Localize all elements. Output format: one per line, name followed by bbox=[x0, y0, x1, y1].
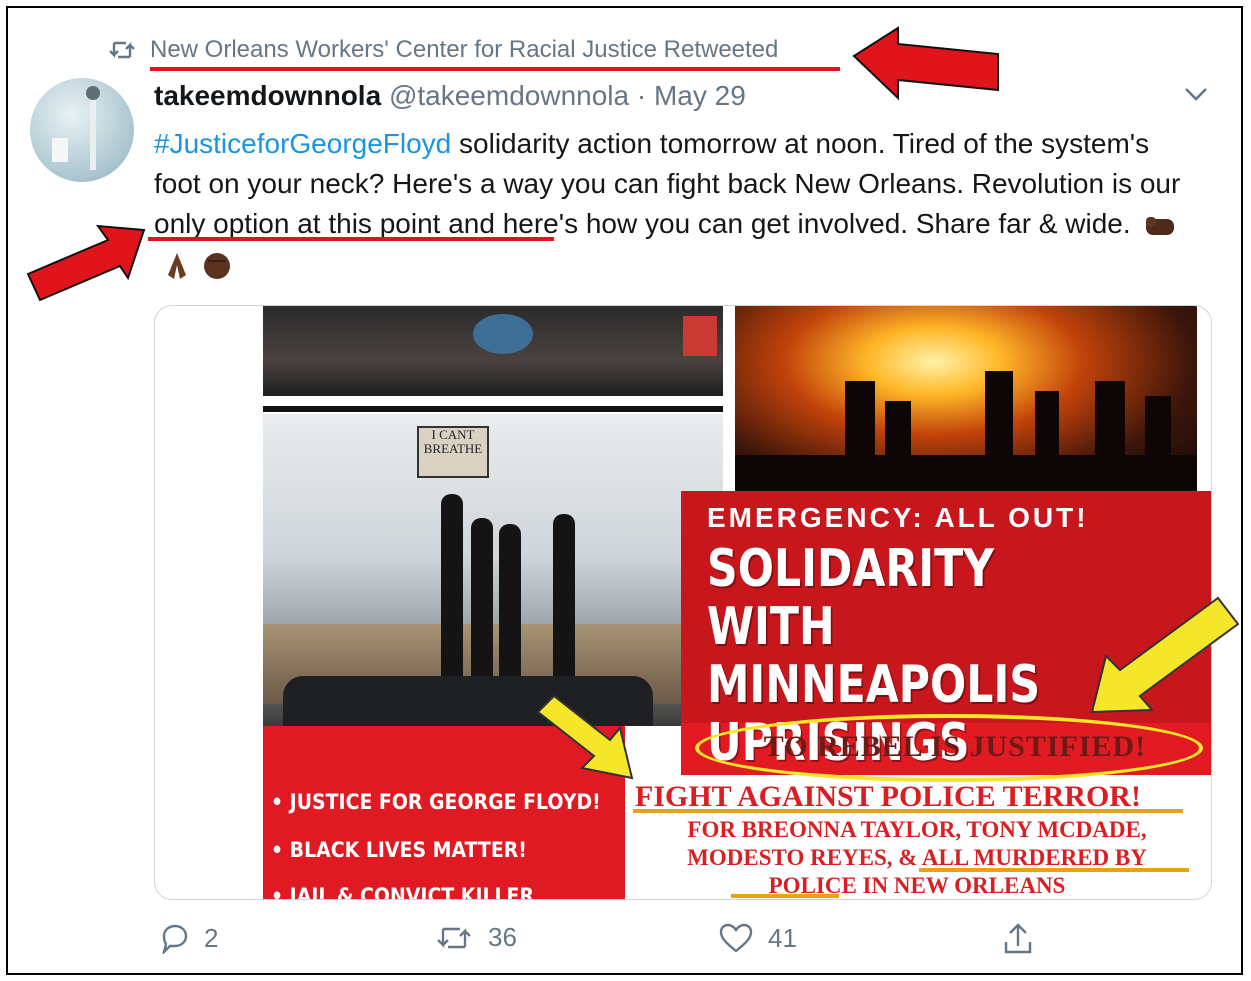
author-name[interactable]: takeemdownnola bbox=[154, 80, 381, 111]
fire-photo bbox=[735, 306, 1197, 491]
hashtag-link[interactable]: #JusticeforGeorgeFloyd bbox=[154, 128, 451, 159]
protest-photo: I CANT BREATHE bbox=[263, 414, 723, 726]
retweet-icon bbox=[109, 41, 135, 59]
annotation-arrow-yellow-rebel bbox=[1090, 596, 1240, 714]
flyer-bullet: • JAIL & CONVICT KILLER bbox=[271, 884, 535, 900]
annotation-arrow-yellow-fight bbox=[536, 694, 634, 780]
tweet-actions: 2 36 41 bbox=[0, 922, 1251, 966]
annotation-underline-revolution bbox=[148, 237, 554, 241]
flyer-headline-line-1: SOLIDARITY WITH bbox=[707, 539, 995, 657]
retweet-count: 36 bbox=[488, 922, 517, 952]
protester-figure bbox=[499, 524, 521, 684]
reply-icon bbox=[162, 924, 188, 954]
media-card[interactable]: I CANT BREATHE EMERGENCY: ALL OUT! SOLID… bbox=[154, 305, 1212, 900]
protester-figure bbox=[553, 514, 575, 686]
annotation-underline-fight bbox=[633, 809, 1183, 813]
flyer-bullet: • BLACK LIVES MATTER! bbox=[271, 838, 527, 862]
retweet-icon bbox=[437, 927, 471, 948]
crowd-photo-shirt bbox=[683, 316, 717, 356]
fist-emoji-icon bbox=[1146, 216, 1175, 235]
like-count: 41 bbox=[768, 922, 797, 953]
tweet-text: #JusticeforGeorgeFloyd solidarity action… bbox=[154, 124, 1184, 284]
flyer-bullet: • JUSTICE FOR GEORGE FLOYD! bbox=[271, 790, 601, 814]
header-separator: · bbox=[629, 80, 654, 111]
protester-figure bbox=[441, 494, 463, 684]
protest-sign: I CANT BREATHE bbox=[417, 426, 489, 478]
tweet-header: takeemdownnola @takeemdownnola · May 29 bbox=[154, 80, 746, 112]
chevron-down-icon[interactable] bbox=[1182, 84, 1210, 104]
tweet-date[interactable]: May 29 bbox=[654, 80, 746, 111]
tweet-text-part-3: at this point and here's how you can get… bbox=[289, 208, 1131, 239]
crowd-photo-hat bbox=[473, 314, 533, 354]
flyer-names-line-1: FOR BREONNA TAYLOR, TONY MCDADE, bbox=[687, 817, 1147, 842]
like-button[interactable]: 41 bbox=[718, 922, 797, 954]
reply-button[interactable]: 2 bbox=[158, 922, 218, 954]
reply-count: 2 bbox=[204, 922, 219, 953]
avatar[interactable] bbox=[30, 78, 134, 182]
crowd-photo bbox=[263, 306, 723, 396]
heart-icon bbox=[719, 923, 753, 953]
share-button[interactable] bbox=[1002, 922, 1034, 956]
protester-figure bbox=[471, 518, 493, 686]
retweet-button[interactable]: 36 bbox=[434, 922, 517, 953]
raised-fist-emoji-icon bbox=[204, 252, 230, 279]
annotation-underline-murdered bbox=[919, 868, 1189, 872]
annotation-underline-police bbox=[731, 894, 839, 898]
annotation-arrow-red-retweet bbox=[852, 26, 999, 101]
avatar-base bbox=[52, 138, 68, 162]
share-icon bbox=[1004, 923, 1032, 954]
flyer-headline-line-2: MINNEAPOLIS bbox=[707, 655, 1041, 715]
retweet-context-label[interactable]: New Orleans Workers' Center for Racial J… bbox=[150, 36, 778, 64]
avatar-monument bbox=[90, 90, 96, 170]
ground-shadow bbox=[735, 455, 1197, 491]
retweet-context[interactable]: New Orleans Workers' Center for Racial J… bbox=[108, 36, 778, 64]
author-handle[interactable]: @takeemdownnola bbox=[389, 80, 629, 111]
annotation-ellipse bbox=[695, 714, 1203, 782]
flyer-emergency: EMERGENCY: ALL OUT! bbox=[707, 502, 1089, 533]
praying-hands-emoji-icon bbox=[168, 252, 186, 279]
flyer-names-line-3: POLICE IN NEW ORLEANS bbox=[768, 873, 1066, 898]
photo-divider bbox=[263, 406, 723, 412]
annotation-arrow-red-revolution bbox=[26, 224, 146, 302]
annotation-underline-retweet bbox=[150, 67, 840, 71]
avatar-statue bbox=[86, 86, 100, 100]
flyer-names: FOR BREONNA TAYLOR, TONY MCDADE, MODESTO… bbox=[637, 816, 1197, 899]
